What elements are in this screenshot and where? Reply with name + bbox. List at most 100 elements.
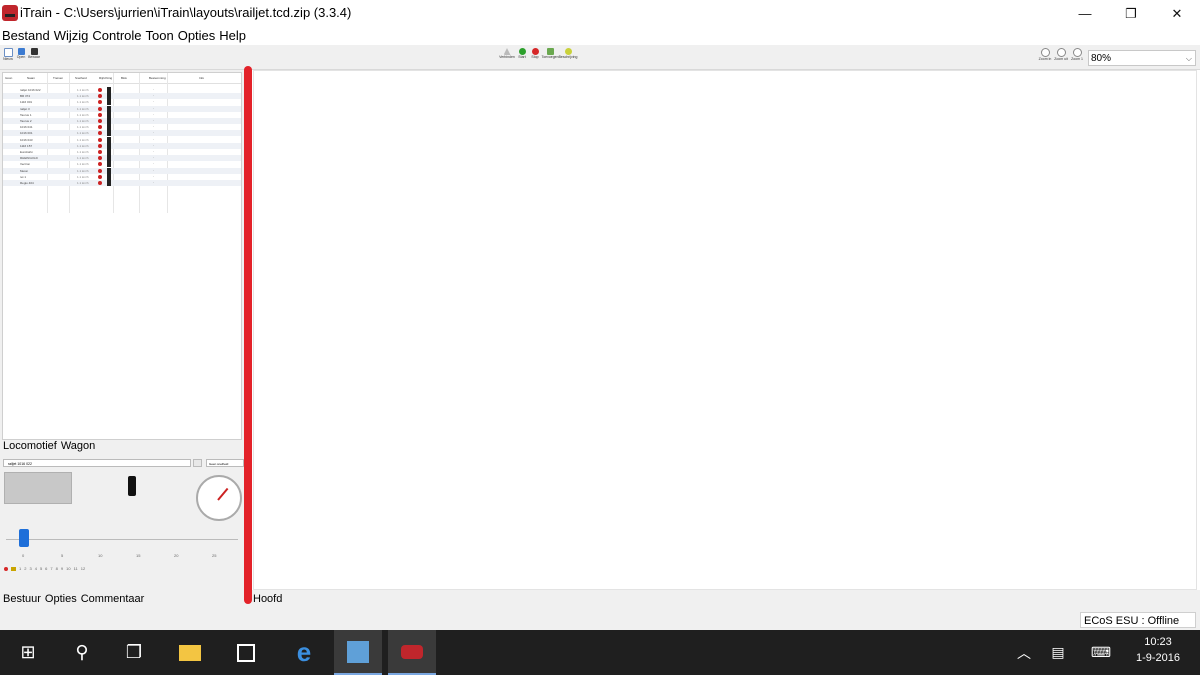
header-direction[interactable]: Rijrichting: [99, 76, 112, 80]
function-button[interactable]: 9: [61, 566, 63, 571]
header-name[interactable]: Naam: [27, 76, 35, 80]
stop-red-icon: [531, 48, 539, 55]
function-button[interactable]: 10: [66, 566, 70, 571]
function-button[interactable]: 4: [35, 566, 37, 571]
itrain-editor-button[interactable]: [334, 630, 382, 675]
table-row[interactable]: Regio 404 1.1 km/h -: [3, 180, 241, 186]
speed-mode-select[interactable]: Geen snelheid: [206, 459, 244, 467]
zoom-select[interactable]: 80% ⌵: [1088, 50, 1196, 66]
table-row[interactable]: 1016 043 1.1 km/h -: [3, 136, 241, 143]
light-function-icon[interactable]: [4, 567, 8, 571]
itrain-app-icon: [2, 5, 18, 21]
function-button[interactable]: 6: [45, 566, 47, 571]
add-button[interactable]: Toevoegen: [541, 45, 559, 59]
header-destination[interactable]: Bestemming: [149, 76, 166, 80]
keyboard-icon: ⌨: [1090, 644, 1112, 660]
header-trains[interactable]: Treinen: [53, 76, 63, 80]
keyboard-button[interactable]: ⌨: [1080, 630, 1122, 675]
zoom-in-button[interactable]: Zoom in: [1038, 45, 1052, 61]
table-row[interactable]: railjet 3 1.1 km/h -: [3, 105, 241, 112]
table-row[interactable]: Taurus 1 1.1 km/h -: [3, 111, 241, 118]
function-button[interactable]: 2: [24, 566, 26, 571]
function-button[interactable]: 12: [81, 566, 85, 571]
table-row[interactable]: BR 374 1.1 km/h -: [3, 93, 241, 100]
train-destination: -: [153, 155, 154, 160]
store-button[interactable]: [222, 630, 270, 675]
header-icon[interactable]: Icoon: [5, 76, 12, 80]
close-button[interactable]: ✕: [1154, 0, 1200, 27]
function-button[interactable]: 5: [40, 566, 42, 571]
menu-bestand[interactable]: Bestand: [0, 27, 50, 45]
table-row[interactable]: Taurus 2 1.1 km/h -: [3, 118, 241, 124]
start-button[interactable]: ⊞: [4, 630, 52, 675]
description-button[interactable]: Beschrijving: [559, 45, 577, 59]
menu-toon[interactable]: Toon: [144, 27, 174, 45]
stop-button[interactable]: Stop: [529, 45, 541, 59]
tab-opties[interactable]: Opties: [45, 593, 77, 605]
zoom-reset-button[interactable]: Zoom 1: [1070, 45, 1084, 61]
train-name: 1016 041: [20, 125, 33, 130]
horn-function-icon[interactable]: [11, 567, 16, 571]
tab-hoofd[interactable]: Hoofd: [253, 593, 282, 605]
menu-controle[interactable]: Controle: [90, 27, 141, 45]
layout-canvas[interactable]: [253, 70, 1197, 590]
table-row[interactable]: RHEINGOLD 1.1 km/h -: [3, 155, 241, 162]
panel-splitter[interactable]: [244, 66, 252, 604]
table-row[interactable]: 1016 001 1.1 km/h -: [3, 130, 241, 137]
menu-bar: Bestand Wijzig Controle Toon Opties Help: [0, 27, 1200, 45]
loco-options-button[interactable]: [193, 459, 202, 467]
new-button[interactable]: Nieuw: [2, 45, 14, 61]
locomotive-select[interactable]: railjet 1016 022: [3, 459, 191, 467]
itrain-button[interactable]: [388, 630, 436, 675]
edge-button[interactable]: e: [280, 630, 328, 675]
tab-bestuur[interactable]: Bestuur: [3, 593, 41, 605]
table-row[interactable]: Messi 1.1 km/h -: [3, 167, 241, 174]
table-row[interactable]: 1016 041 1.1 km/h -: [3, 124, 241, 131]
tab-commentaar[interactable]: Commentaar: [81, 593, 145, 605]
menu-opties[interactable]: Opties: [176, 27, 216, 45]
task-view-button[interactable]: ❐: [110, 630, 158, 675]
function-button[interactable]: 11: [74, 566, 78, 571]
function-button[interactable]: 8: [56, 566, 58, 571]
table-row[interactable]: railjet 1016 022 1.1 km/h -: [3, 87, 241, 93]
function-button[interactable]: 7: [50, 566, 52, 571]
header-block[interactable]: Blok: [121, 76, 127, 80]
taskbar-clock[interactable]: 10:23 1-9-2016: [1130, 636, 1186, 664]
table-row[interactable]: ret 1 1.1 km/h -: [3, 173, 241, 180]
minimize-button[interactable]: —: [1062, 0, 1108, 27]
menu-wijzig[interactable]: Wijzig: [52, 27, 89, 45]
direction-icon: [98, 119, 102, 123]
table-row[interactable]: 1116 157 1.1 km/h -: [3, 142, 241, 149]
search-button[interactable]: ⚲: [58, 630, 106, 675]
speed-slider-thumb[interactable]: [19, 529, 29, 547]
phone-throttle-icon[interactable]: [128, 476, 136, 496]
function-button[interactable]: 1: [19, 566, 21, 571]
train-name: railjet 1016 022: [20, 88, 41, 92]
table-row[interactable]: 1116 001 1.1 km/h -: [3, 99, 241, 106]
action-center-button[interactable]: ▤: [1038, 630, 1078, 675]
start-button[interactable]: Start: [516, 45, 528, 59]
store-icon: [237, 643, 255, 662]
open-button[interactable]: Open: [15, 45, 27, 61]
direction-icon: [98, 137, 102, 142]
block-indicator: [107, 155, 111, 162]
speed-slider-track[interactable]: [6, 539, 238, 540]
direction-icon: [98, 125, 102, 130]
file-explorer-button[interactable]: [166, 630, 214, 675]
header-speed[interactable]: Snelheid: [75, 76, 87, 80]
header-info[interactable]: Info: [199, 76, 204, 80]
tab-wagon[interactable]: Wagon: [61, 440, 95, 452]
train-table[interactable]: Icoon Naam Treinen Snelheid Rijrichting …: [2, 72, 242, 440]
restore-button[interactable]: ❐: [1108, 0, 1154, 27]
table-row[interactable]: Eurobahn 1.1 km/h -: [3, 149, 241, 155]
menu-help[interactable]: Help: [217, 27, 246, 45]
table-row[interactable]: Vectron 1.1 km/h -: [3, 161, 241, 168]
zoom-out-button[interactable]: Zoom uit: [1054, 45, 1068, 61]
tab-locomotief[interactable]: Locomotief: [3, 440, 57, 452]
train-destination: -: [153, 118, 154, 122]
windows-taskbar: ⊞ ⚲ ❐ e ︿ ▤ ⌨: [0, 630, 1200, 675]
connect-button[interactable]: Verbinden: [499, 45, 515, 59]
function-button[interactable]: 3: [29, 566, 31, 571]
zoom-reset-icon: [1072, 48, 1082, 57]
save-button[interactable]: Bewaar: [28, 45, 40, 61]
